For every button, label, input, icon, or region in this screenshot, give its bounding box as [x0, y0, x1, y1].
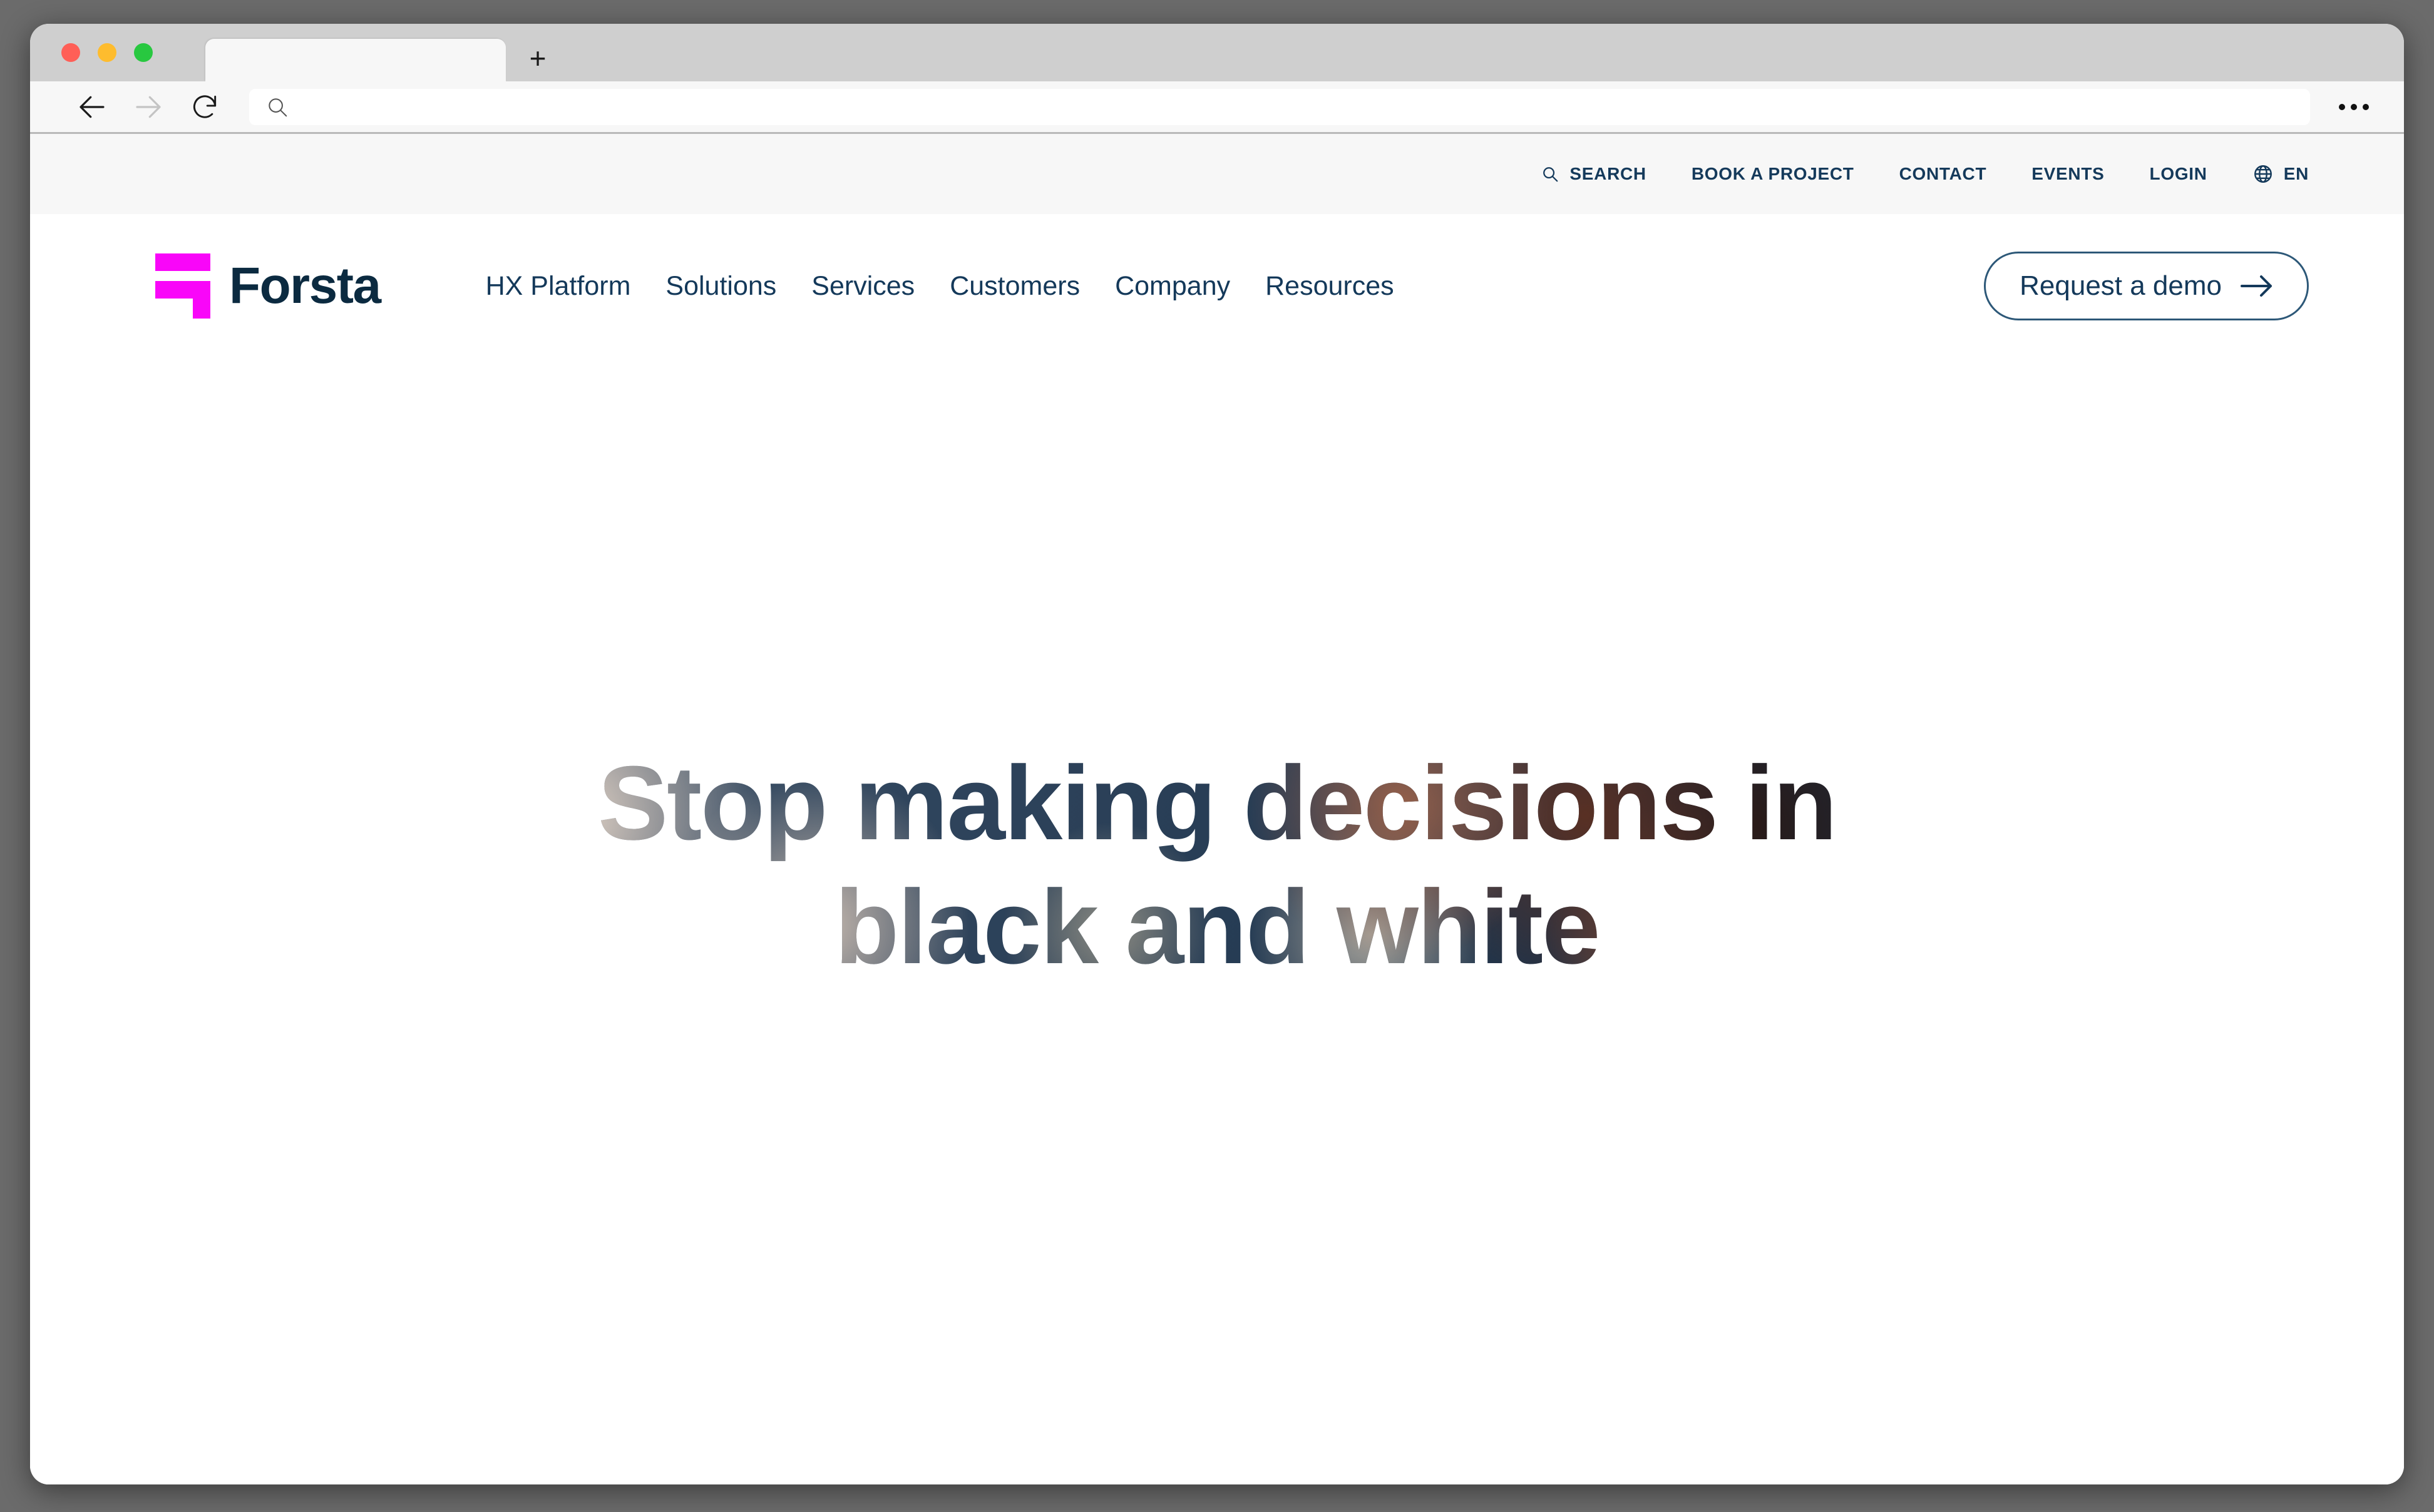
forsta-logo[interactable]: Forsta — [155, 253, 381, 319]
forward-arrow-icon — [136, 96, 161, 118]
utility-item-label: BOOK A PROJECT — [1691, 164, 1854, 183]
reload-button[interactable] — [187, 89, 223, 125]
overflow-dot-icon — [2339, 103, 2345, 110]
window-controls — [61, 43, 153, 62]
overflow-dot-icon — [2363, 103, 2369, 110]
hero-headline: Stop making decisions in black and white — [450, 740, 1984, 989]
forward-button[interactable] — [130, 89, 167, 125]
utility-item-login[interactable]: LOGIN — [2150, 164, 2207, 184]
arrow-right-icon — [2241, 275, 2272, 297]
browser-titlebar: + — [30, 24, 2404, 81]
plus-icon: + — [529, 42, 547, 74]
hero-headline-line-2: black and white — [834, 868, 1600, 986]
desktop-background: + SEARCH BOOK A PROJECT CONTACT EVENTS L… — [0, 0, 2434, 1512]
forsta-logo-mark-icon — [155, 253, 210, 319]
reload-icon — [193, 94, 217, 118]
request-demo-label: Request a demo — [2020, 270, 2222, 301]
nav-item-resources[interactable]: Resources — [1248, 271, 1412, 302]
utility-item-contact[interactable]: CONTACT — [1899, 164, 1987, 184]
nav-item-company[interactable]: Company — [1097, 271, 1248, 302]
hero-headline-line-1: Stop making decisions in — [598, 743, 1836, 862]
utility-item-label: LOGIN — [2149, 164, 2207, 183]
nav-item-hx-platform[interactable]: HX Platform — [486, 271, 649, 302]
back-button[interactable] — [74, 89, 110, 125]
utility-item-label: CONTACT — [1899, 164, 1987, 183]
search-icon — [1543, 167, 1558, 182]
new-tab-button[interactable]: + — [523, 44, 552, 73]
browser-toolbar — [30, 81, 2404, 134]
hero-section: Stop making decisions in black and white — [30, 358, 2404, 1484]
browser-tab[interactable] — [205, 39, 506, 81]
nav-item-solutions[interactable]: Solutions — [648, 271, 794, 302]
site-header: Forsta HX Platform Solutions Services Cu… — [30, 214, 2404, 358]
overflow-dot-icon — [2351, 103, 2357, 110]
nav-item-customers[interactable]: Customers — [932, 271, 1097, 302]
url-input[interactable] — [302, 97, 2294, 116]
browser-menu-button[interactable] — [2329, 103, 2379, 110]
utility-item-book-a-project[interactable]: BOOK A PROJECT — [1692, 164, 1854, 184]
nav-item-services[interactable]: Services — [794, 271, 932, 302]
utility-item-label: SEARCH — [1569, 164, 1646, 183]
browser-window: + SEARCH BOOK A PROJECT CONTACT EVENTS L… — [30, 24, 2404, 1484]
back-arrow-icon — [80, 96, 105, 118]
close-window-button[interactable] — [61, 43, 80, 62]
hero-content: Stop making decisions in black and white — [450, 740, 1984, 989]
minimize-window-button[interactable] — [98, 43, 116, 62]
utility-item-label: EVENTS — [2031, 164, 2105, 183]
main-nav: HX Platform Solutions Services Customers… — [486, 271, 1412, 302]
forsta-wordmark: Forsta — [229, 257, 381, 314]
request-demo-button[interactable]: Request a demo — [1984, 252, 2309, 320]
language-selector[interactable]: EN — [2252, 163, 2309, 185]
utility-nav: SEARCH BOOK A PROJECT CONTACT EVENTS LOG… — [30, 134, 2404, 214]
search-icon — [269, 98, 287, 116]
maximize-window-button[interactable] — [134, 43, 153, 62]
globe-icon — [2254, 165, 2272, 183]
language-label: EN — [2283, 164, 2309, 183]
page-viewport: SEARCH BOOK A PROJECT CONTACT EVENTS LOG… — [30, 134, 2404, 1484]
utility-item-search[interactable]: SEARCH — [1541, 164, 1646, 184]
utility-item-events[interactable]: EVENTS — [2031, 164, 2104, 184]
address-bar[interactable] — [249, 88, 2310, 125]
